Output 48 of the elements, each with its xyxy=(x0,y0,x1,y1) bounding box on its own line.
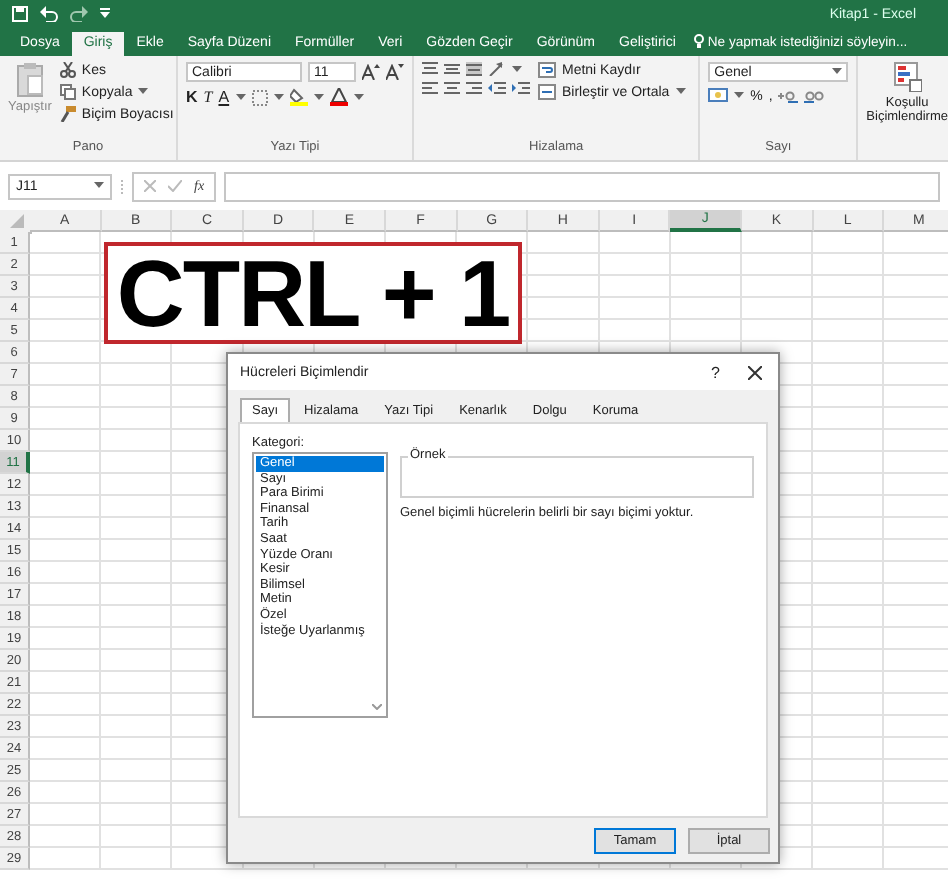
decrease-indent-icon[interactable] xyxy=(488,82,506,96)
shortcut-callout: CTRL + 1 xyxy=(104,242,522,344)
borders-icon[interactable] xyxy=(251,89,268,105)
increase-decimal-icon[interactable] xyxy=(778,88,799,104)
align-left-icon[interactable] xyxy=(422,82,438,96)
align-center-icon[interactable] xyxy=(444,82,460,96)
font-color-icon[interactable] xyxy=(329,88,348,106)
orientation-icon[interactable] xyxy=(488,62,506,76)
bold-button[interactable]: K xyxy=(186,88,198,106)
fill-color-icon[interactable] xyxy=(289,88,308,106)
grow-font-icon[interactable] xyxy=(362,64,380,80)
align-middle-icon[interactable] xyxy=(444,62,460,76)
help-button[interactable]: ? xyxy=(711,363,720,381)
save-icon[interactable] xyxy=(12,6,28,22)
increase-indent-icon[interactable] xyxy=(512,82,530,96)
lightbulb-icon xyxy=(693,34,704,50)
scroll-down-icon[interactable] xyxy=(372,704,382,710)
accounting-icon[interactable] xyxy=(708,88,729,104)
paintbrush-icon[interactable] xyxy=(59,106,76,122)
scissors-icon[interactable] xyxy=(59,62,76,78)
caret-icon[interactable] xyxy=(512,65,522,73)
caret-icon[interactable] xyxy=(675,88,686,96)
wrap-text-icon[interactable] xyxy=(538,62,556,78)
drag-handle-icon[interactable] xyxy=(120,179,124,193)
copy-icon[interactable] xyxy=(59,84,76,100)
undo-icon[interactable] xyxy=(40,6,58,22)
caret-icon[interactable] xyxy=(832,68,843,76)
align-right-icon[interactable] xyxy=(466,82,482,96)
merge-center-icon[interactable] xyxy=(538,84,556,100)
caret-icon[interactable] xyxy=(138,88,149,96)
underline-button[interactable]: A xyxy=(218,88,230,106)
caret-icon[interactable] xyxy=(734,92,745,100)
decrease-decimal-icon[interactable] xyxy=(804,88,825,104)
align-top-icon[interactable] xyxy=(422,62,438,76)
caret-icon[interactable] xyxy=(353,93,364,101)
formula-field[interactable] xyxy=(224,171,940,201)
italic-button[interactable]: T xyxy=(203,88,213,106)
caret-icon[interactable] xyxy=(94,182,104,190)
customize-icon[interactable] xyxy=(100,8,110,20)
close-icon[interactable] xyxy=(748,365,762,379)
caret-icon[interactable] xyxy=(273,93,284,101)
caret-icon[interactable] xyxy=(313,93,324,101)
caret-icon[interactable] xyxy=(235,93,246,101)
check-icon[interactable] xyxy=(168,180,182,192)
align-bottom-icon[interactable] xyxy=(466,62,482,76)
conditional-formatting-icon[interactable] xyxy=(893,62,922,92)
shrink-font-icon[interactable] xyxy=(386,64,404,80)
redo-icon[interactable] xyxy=(70,6,88,22)
